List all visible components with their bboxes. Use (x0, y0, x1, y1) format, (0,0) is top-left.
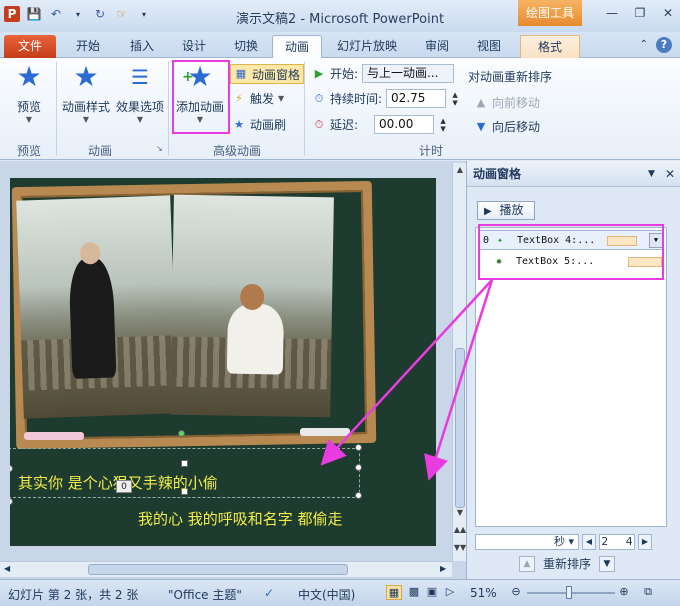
zoom-level[interactable]: 51% (470, 586, 497, 600)
zoom-in-icon[interactable]: ⊕ (616, 585, 632, 600)
zoom-slider-knob[interactable] (566, 586, 572, 599)
normal-view-icon[interactable]: ▦ (386, 585, 402, 600)
fit-to-window-icon[interactable]: ⧉ (640, 585, 656, 600)
status-bar: 幻灯片 第 2 张，共 2 张 "Office 主题" ✓ 中文(中国) ▦ ▩… (0, 579, 680, 606)
zoom-out-icon[interactable]: ⊖ (508, 585, 524, 600)
slideshow-view-icon[interactable]: ▷ (442, 585, 458, 600)
annotation-arrows (320, 279, 494, 481)
slide-info: 幻灯片 第 2 张，共 2 张 (8, 588, 139, 602)
spellcheck-icon[interactable]: ✓ (264, 586, 274, 600)
language[interactable]: 中文(中国) (298, 586, 355, 603)
slide-sorter-icon[interactable]: ▩ (406, 585, 422, 600)
theme-name[interactable]: "Office 主题" (168, 586, 242, 603)
reading-view-icon[interactable]: ▣ (424, 585, 440, 600)
arrow-to-line-1 (320, 279, 493, 466)
arrow-to-line-2 (424, 279, 494, 481)
